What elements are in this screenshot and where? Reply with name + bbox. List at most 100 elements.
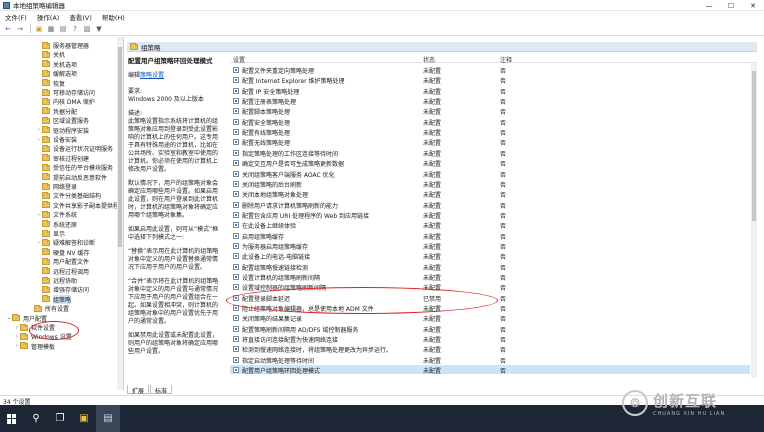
setting-row[interactable]: 配置用户组策略环回处理模式 未配置 否	[230, 365, 750, 375]
tree-item[interactable]: 显示	[36, 229, 65, 238]
tree-item[interactable]: 设备运行状况证明服务	[36, 144, 113, 153]
tree-item-label: 恢复	[53, 80, 66, 88]
setting-row[interactable]: 配置 Internet Explorer 维护策略处理 未配置 否	[230, 75, 750, 86]
setting-row[interactable]: 关闭组策略客户端服务 AOAC 优化 未配置 否	[230, 169, 750, 179]
tree-scrollbar[interactable]	[117, 37, 123, 390]
tree-item[interactable]: 远程协助	[36, 276, 77, 285]
setting-name: 确定交互用户是否可生成策略更新数据	[242, 161, 345, 169]
tree-item[interactable]: 审核过程创建	[36, 154, 89, 163]
tree-item[interactable]: › 设备安装	[36, 135, 77, 144]
tree-item[interactable]: 可移动存储访问	[36, 88, 95, 97]
task-view-icon[interactable]: ❐	[48, 405, 72, 432]
setting-row[interactable]: 启用组策略缓存 未配置 否	[230, 231, 750, 241]
tree-item[interactable]: › 疑难解答和诊断	[36, 238, 95, 247]
setting-row[interactable]: 配置安全策略处理 未配置 否	[230, 117, 750, 127]
setting-row[interactable]: 配置有线策略处理 未配置 否	[230, 127, 750, 137]
folder-up-icon[interactable]: ▣	[34, 24, 44, 34]
tree-item[interactable]: 内核 DMA 保护	[36, 97, 95, 106]
tree-item[interactable]: › 管理模板	[14, 342, 55, 351]
minimize-button[interactable]: —	[698, 0, 720, 11]
tree-item[interactable]: 提前启动反恶意软件	[36, 173, 107, 182]
menu-help[interactable]: 帮助(H)	[97, 12, 130, 22]
tree-item-label: 服务器管理器	[53, 43, 90, 50]
close-button[interactable]: ✕	[742, 0, 764, 11]
setting-row[interactable]: 关闭组策略的后台刷新 未配置 否	[230, 179, 750, 189]
show-hide-tree-icon[interactable]: ▦	[46, 24, 56, 34]
policy-editor-icon[interactable]: ▤	[96, 405, 120, 432]
setting-row[interactable]: 配置无线策略处理 未配置 否	[230, 137, 750, 147]
tree-item[interactable]: 关机选项	[36, 60, 77, 69]
tree-item[interactable]: 硬盘 NV 缓存	[36, 248, 89, 257]
tree-item[interactable]: 文件共享影子副本提供程序	[36, 201, 123, 210]
edit-policy-link[interactable]: 策略设置	[140, 72, 164, 79]
setting-row[interactable]: 确定交互用户是否可生成策略更新数据 未配置 否	[230, 158, 750, 169]
setting-row[interactable]: 删除用户请求计算机策略刷新的能力 未配置 否	[230, 200, 750, 210]
folder-icon	[42, 69, 50, 77]
tree-item[interactable]: 关机	[36, 50, 65, 59]
tree-item[interactable]: › 文件系统	[36, 210, 77, 219]
menu-view[interactable]: 查看(V)	[64, 12, 97, 22]
tree-item[interactable]: 系统还原	[36, 220, 77, 229]
tree-item[interactable]: 恢复	[36, 79, 65, 88]
windows-start-icon[interactable]	[0, 405, 24, 432]
tree-scrollbar-thumb[interactable]	[118, 47, 122, 247]
column-comment[interactable]: 注释	[500, 55, 512, 64]
setting-row[interactable]: 配置 IP 安全策略处理 未配置 否	[230, 86, 750, 96]
setting-row[interactable]: 将直接访问连接配置为快速网络连接 未配置 否	[230, 334, 750, 344]
tree-item[interactable]: 受信任的平台模块服务	[36, 163, 113, 172]
setting-row[interactable]: 配置策略刷新间隔用 AD/DFS 域控制器服务 未配置 否	[230, 324, 750, 334]
setting-row[interactable]: 检测到慢速网络连接时，将组策略处理更改为异步运行。 未配置 否	[230, 344, 750, 354]
tree-item[interactable]: 所有设置	[28, 304, 69, 313]
setting-row[interactable]: 配置注册表策略处理 未配置 否	[230, 96, 750, 106]
setting-row[interactable]: 关闭策略的结果集记录 未配置 否	[230, 313, 750, 323]
tree-item-label: 受信任的平台模块服务	[53, 165, 114, 173]
properties-icon[interactable]: ▧	[82, 24, 92, 34]
setting-name: 配置 Internet Explorer 维护策略处理	[242, 78, 345, 86]
help-icon[interactable]: ?	[70, 24, 80, 34]
setting-row[interactable]: 配置组策略慢速链接检测 未配置 否	[230, 262, 750, 272]
search-icon[interactable]: ⚲	[24, 405, 48, 432]
file-explorer-icon[interactable]: ▣	[72, 405, 96, 432]
tree-item[interactable]: 网络登录	[36, 182, 77, 191]
setting-row[interactable]: 在此设备上继续体验 未配置 否	[230, 220, 750, 230]
setting-row[interactable]: 为服务器启用组策略缓存 未配置 否	[230, 241, 750, 251]
setting-row[interactable]: 指定策略处理的工作区连接等待时间 未配置 否	[230, 148, 750, 158]
column-setting[interactable]: 设置	[233, 55, 245, 64]
setting-row[interactable]: 配置包含应用 URI 处理程序的 Web 到应用链接 未配置 否	[230, 210, 750, 220]
description-pane: 配置用户组策略环回处理模式 编辑策略设置 要求: Windows 2000 及以…	[127, 53, 223, 383]
column-state[interactable]: 状态	[423, 55, 435, 64]
tab-standard[interactable]: 标准	[150, 385, 173, 395]
filter-icon[interactable]: ▼	[94, 24, 104, 34]
tree-item[interactable]: 远程过程调用	[36, 267, 89, 276]
forward-arrow-icon[interactable]: →	[15, 24, 25, 34]
back-arrow-icon[interactable]: ←	[3, 24, 13, 34]
folder-icon	[42, 191, 50, 199]
tab-extended[interactable]: 扩展	[127, 385, 150, 395]
tree-item[interactable]: 缓解选项	[36, 69, 77, 78]
setting-row[interactable]: 配置文件夹重定向策略处理 未配置 否	[230, 65, 750, 75]
setting-row[interactable]: 配置脚本策略处理 未配置 否	[230, 106, 750, 116]
tree-item[interactable]: › 驱动程序安装	[36, 126, 89, 135]
tree-item[interactable]: 用户配置文件	[36, 257, 89, 266]
tree-item[interactable]: 服务器管理器	[36, 41, 89, 50]
menu-action[interactable]: 操作(A)	[32, 12, 65, 22]
tree-item[interactable]: 文件分类基础结构	[36, 191, 101, 200]
policy-setting-icon	[233, 129, 239, 136]
setting-row[interactable]: 设置计算机的组策略刷新间隔 未配置 否	[230, 272, 750, 282]
tree-item-label: 远程过程调用	[53, 268, 90, 276]
setting-comment: 否	[500, 150, 507, 158]
list-scrollbar[interactable]	[751, 63, 757, 378]
tree-item[interactable]: 增强存储访问	[36, 285, 89, 294]
maximize-button[interactable]: ☐	[720, 0, 742, 11]
setting-row[interactable]: 此设备上的电话-电脑链接 未配置 否	[230, 251, 750, 261]
title-bar: 本地组策略编辑器 — ☐ ✕	[0, 0, 764, 11]
list-scrollbar-thumb[interactable]	[752, 71, 756, 221]
setting-row[interactable]: 指定启动策略处理等待时间 未配置 否	[230, 355, 750, 365]
tree-item[interactable]: 区域设置服务	[36, 116, 89, 125]
tree-item-label: 可移动存储访问	[53, 90, 96, 97]
tree-item[interactable]: 凭据分配	[36, 107, 77, 116]
setting-row[interactable]: 关闭本地组策略对象处理 未配置 否	[230, 189, 750, 199]
export-list-icon[interactable]: ▤	[58, 24, 68, 34]
tree-item[interactable]: 组策略	[36, 294, 72, 304]
menu-file[interactable]: 文件(F)	[0, 12, 32, 22]
